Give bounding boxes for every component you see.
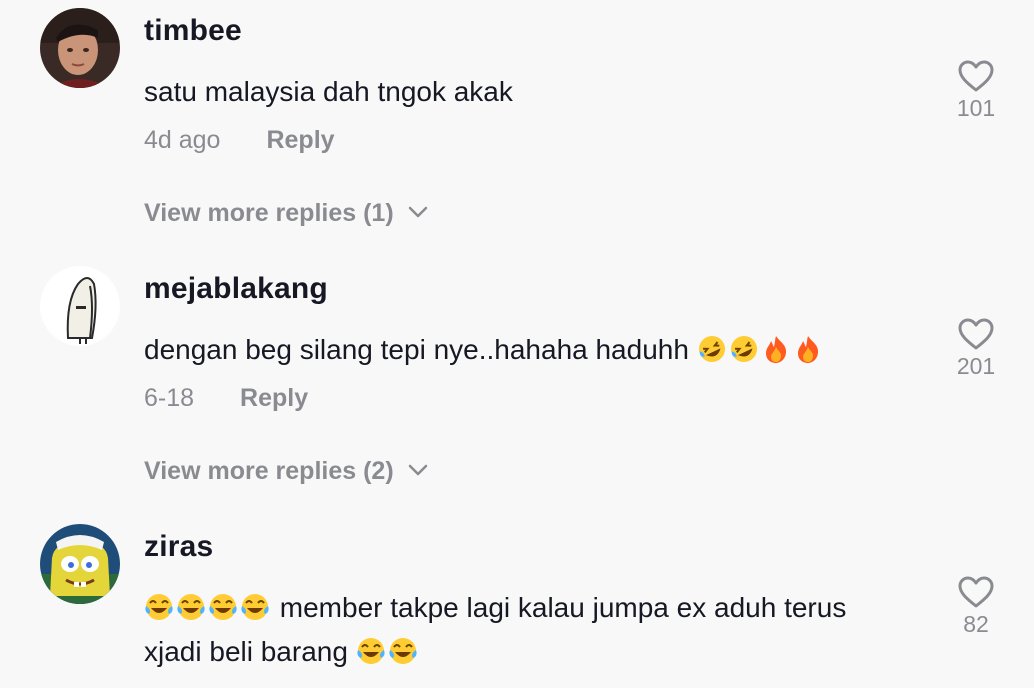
comment-item: timbee satu malaysia dah tngok akak 4d a… — [0, 0, 1034, 250]
comment-text-content-continued: xjadi beli barang — [144, 636, 348, 667]
heart-icon — [958, 60, 994, 92]
avatar[interactable] — [40, 524, 120, 604]
like-count: 201 — [956, 353, 996, 379]
view-more-replies-label: View more replies (2) — [144, 457, 394, 485]
comment-list: timbee satu malaysia dah tngok akak 4d a… — [0, 0, 1034, 688]
tears-of-joy-emoji-icon — [240, 593, 270, 621]
view-more-replies-button[interactable]: View more replies (1) — [144, 199, 428, 228]
comment-item: mejablakang dengan beg silang tepi nye..… — [0, 258, 1034, 508]
username[interactable]: timbee — [144, 14, 242, 48]
comment-text: dengan beg silang tepi nye..hahaha haduh… — [144, 328, 944, 372]
tears-of-joy-emoji-icon — [356, 637, 386, 665]
fire-emoji-icon — [765, 336, 786, 363]
view-more-replies-label: View more replies (1) — [144, 199, 394, 227]
tears-of-joy-emoji-icon — [208, 593, 238, 621]
like-count: 82 — [963, 611, 989, 637]
like-count: 101 — [956, 95, 996, 121]
tears-of-joy-emoji-icon — [144, 593, 174, 621]
heart-icon — [958, 576, 994, 608]
tears-of-joy-emoji-icon — [176, 593, 206, 621]
like-button[interactable]: 101 — [950, 59, 1002, 122]
heart-icon — [958, 318, 994, 350]
comment-item: ziras member takpe lagi kalau jumpa ex a… — [0, 516, 1034, 688]
comment-meta: 4d ago Reply — [144, 126, 335, 155]
chevron-down-icon — [408, 206, 427, 218]
comment-date: 4d ago — [144, 126, 221, 154]
comment-meta: 6-18 Reply — [144, 384, 308, 413]
rolling-laughing-emoji-icon — [696, 334, 727, 364]
like-button[interactable]: 201 — [950, 317, 1002, 380]
comment-text-content: dengan beg silang tepi nye..hahaha haduh… — [144, 334, 689, 365]
rolling-laughing-emoji-icon — [728, 334, 759, 364]
like-button[interactable]: 82 — [950, 575, 1002, 638]
comment-text-content: member takpe lagi kalau jumpa ex aduh te… — [279, 592, 847, 623]
view-more-replies-button[interactable]: View more replies (2) — [144, 457, 428, 486]
username[interactable]: ziras — [144, 530, 213, 564]
chevron-down-icon — [408, 464, 427, 476]
reply-button[interactable]: Reply — [240, 384, 308, 413]
reply-button[interactable]: Reply — [266, 126, 334, 155]
username[interactable]: mejablakang — [144, 272, 328, 306]
comment-date: 6-18 — [144, 384, 195, 412]
comment-text: satu malaysia dah tngok akak — [144, 70, 944, 114]
comment-text: member takpe lagi kalau jumpa ex aduh te… — [144, 586, 934, 674]
tears-of-joy-emoji-icon — [388, 637, 418, 665]
avatar[interactable] — [40, 266, 120, 346]
fire-emoji-icon — [797, 336, 818, 363]
comment-text-content: satu malaysia dah tngok akak — [144, 76, 513, 107]
avatar[interactable] — [40, 8, 120, 88]
